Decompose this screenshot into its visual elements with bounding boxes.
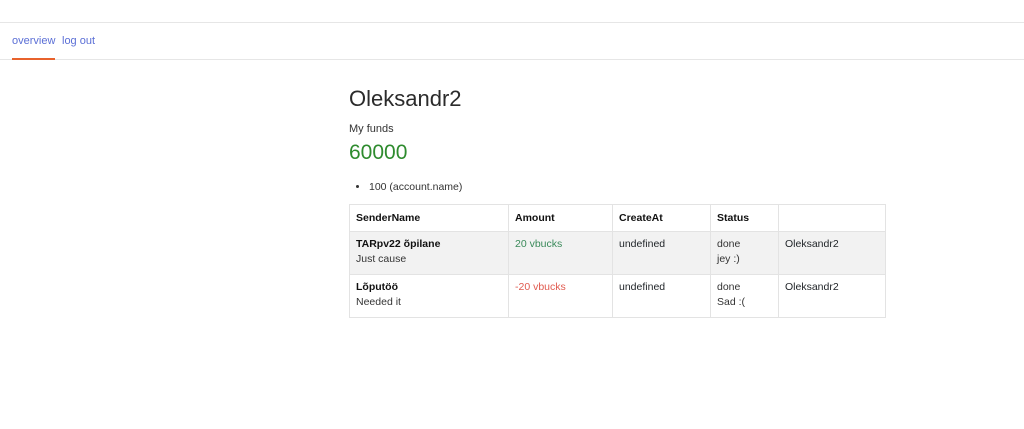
header-status: Status — [710, 204, 779, 232]
amount-value: -20 vbucks — [515, 281, 566, 293]
cell-amount: -20 vbucks — [508, 274, 613, 318]
main-content: Oleksandr2 My funds 60000 100 (account.n… — [349, 86, 886, 318]
accounts-list: 100 (account.name) — [349, 180, 462, 194]
status-text: done — [717, 281, 741, 293]
sender-name: TARpv22 õpilane — [356, 238, 441, 250]
cell-status: done jey :) — [710, 231, 779, 275]
table-row: Lõputöö Needed it -20 vbucks undefined d… — [349, 274, 886, 318]
cell-created-at: undefined — [612, 231, 711, 275]
page-title-username: Oleksandr2 — [349, 86, 462, 111]
cell-sender: TARpv22 õpilane Just cause — [349, 231, 509, 275]
table-row: TARpv22 õpilane Just cause 20 vbucks und… — [349, 231, 886, 275]
amount-value: 20 vbucks — [515, 238, 563, 250]
funds-label: My funds — [349, 123, 394, 135]
cell-status: done Sad :( — [710, 274, 779, 318]
status-note: jey :) — [717, 253, 740, 265]
transfer-reason: Just cause — [356, 253, 407, 265]
table-header-row: SenderName Amount CreateAt Status — [349, 204, 886, 232]
sender-name: Lõputöö — [356, 281, 398, 293]
cell-receiver: Oleksandr2 — [778, 231, 886, 275]
header-sender-name: SenderName — [349, 204, 509, 232]
cell-amount: 20 vbucks — [508, 231, 613, 275]
header-receiver — [778, 204, 886, 232]
account-list-item: 100 (account.name) — [369, 180, 462, 194]
header-create-at: CreateAt — [612, 204, 711, 232]
transfer-reason: Needed it — [356, 296, 401, 308]
funds-value: 60000 — [349, 141, 408, 164]
main-nav: overview log out — [0, 23, 1024, 60]
transactions-table: SenderName Amount CreateAt Status TARpv2… — [349, 204, 886, 318]
cell-created-at: undefined — [612, 274, 711, 318]
header-amount: Amount — [508, 204, 613, 232]
top-bar — [0, 0, 1024, 23]
status-text: done — [717, 238, 741, 250]
cell-sender: Lõputöö Needed it — [349, 274, 509, 318]
cell-receiver: Oleksandr2 — [778, 274, 886, 318]
nav-overview-link[interactable]: overview — [12, 35, 56, 60]
nav-logout-link[interactable]: log out — [62, 35, 95, 48]
status-note: Sad :( — [717, 296, 746, 308]
